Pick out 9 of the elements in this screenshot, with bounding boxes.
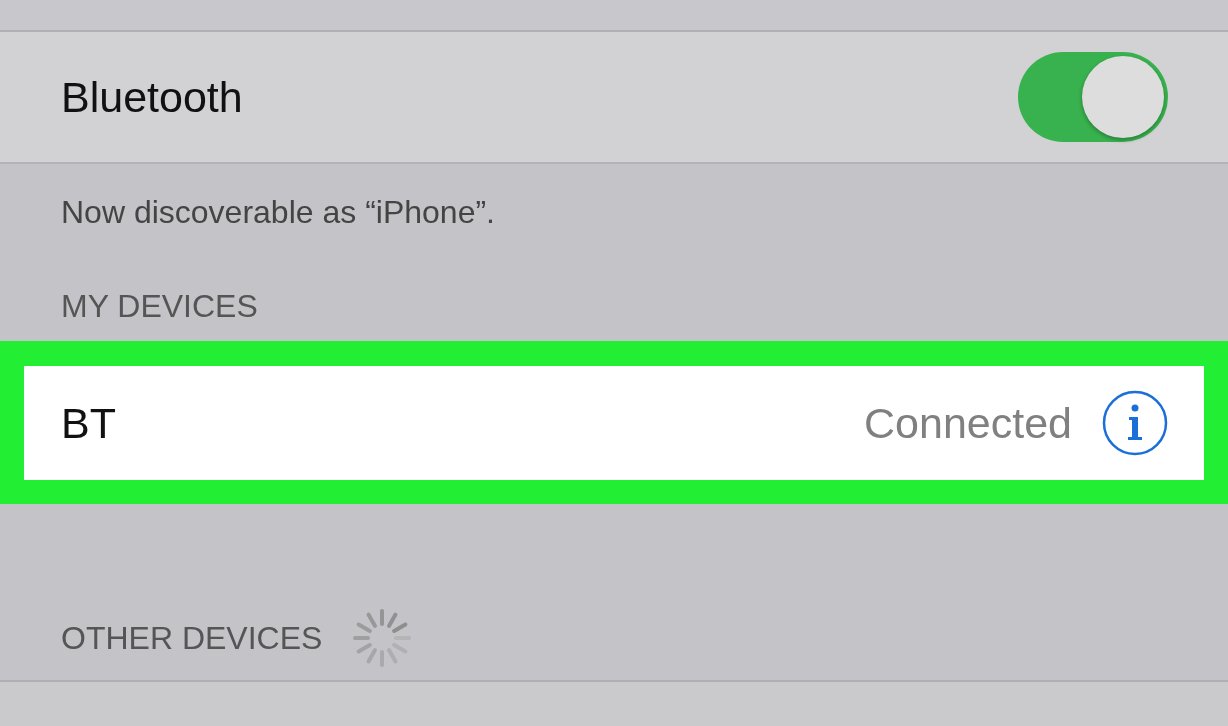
section-header: MY DEVICES — [61, 288, 258, 325]
section-header: OTHER DEVICES — [61, 619, 323, 657]
loading-spinner-icon — [352, 608, 413, 668]
device-row[interactable]: BT Connected — [24, 366, 1204, 480]
discoverable-note: Now discoverable as “iPhone”. — [60, 193, 496, 232]
bluetooth-label: Bluetooth — [61, 72, 243, 122]
info-icon[interactable] — [1102, 390, 1168, 456]
device-status: Connected — [864, 398, 1072, 448]
device-name: BT — [61, 398, 117, 448]
